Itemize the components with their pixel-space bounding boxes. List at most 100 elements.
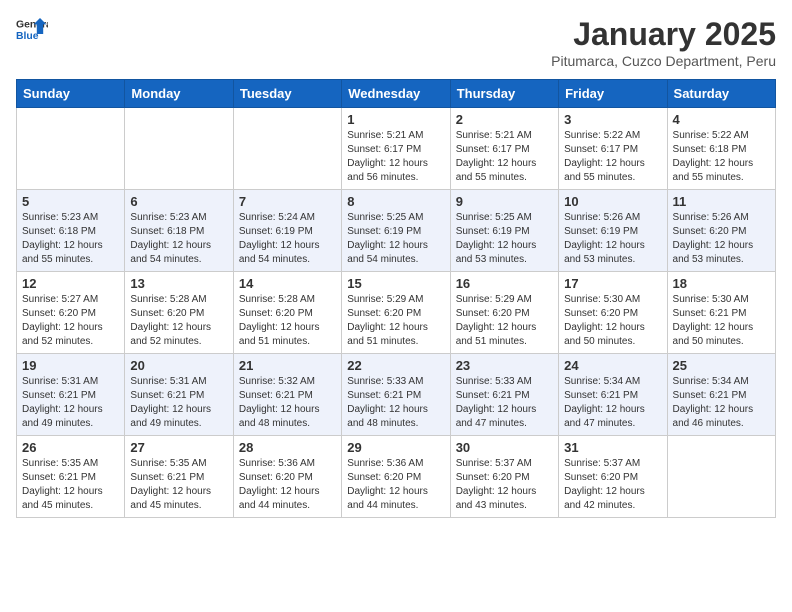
calendar-cell: 13 Sunrise: 5:28 AM Sunset: 6:20 PM Dayli… bbox=[125, 272, 233, 354]
page-header: General Blue January 2025 Pitumarca, Cuz… bbox=[16, 16, 776, 69]
day-info: Sunrise: 5:34 AM Sunset: 6:21 PM Dayligh… bbox=[564, 375, 661, 431]
calendar-cell bbox=[125, 108, 233, 190]
col-header-sunday: Sunday bbox=[17, 80, 125, 108]
day-info: Sunrise: 5:34 AM Sunset: 6:21 PM Dayligh… bbox=[673, 375, 770, 431]
day-info: Sunrise: 5:21 AM Sunset: 6:17 PM Dayligh… bbox=[347, 129, 444, 185]
calendar-cell: 29Sunrise: 5:36 AM Sunset: 6:20 PM Dayli… bbox=[342, 436, 450, 518]
day-number: 7 bbox=[239, 194, 336, 209]
calendar-cell bbox=[17, 108, 125, 190]
day-number: 22 bbox=[347, 358, 444, 373]
day-info: Sunrise: 5:32 AM Sunset: 6:21 PM Dayligh… bbox=[239, 375, 336, 431]
day-info: Sunrise: 5:30 AM Sunset: 6:20 PM Dayligh… bbox=[564, 293, 661, 349]
day-info: Sunrise: 5:23 AM Sunset: 6:18 PM Dayligh… bbox=[22, 211, 119, 267]
day-info: Sunrise: 5:30 AM Sunset: 6:21 PM Dayligh… bbox=[673, 293, 770, 349]
day-info: Sunrise: 5:24 AM Sunset: 6:19 PM Dayligh… bbox=[239, 211, 336, 267]
logo: General Blue bbox=[16, 16, 48, 44]
day-info: Sunrise: 5:28 AM Sunset: 6:20 PM Dayligh… bbox=[130, 293, 227, 349]
week-row-4: 19 Sunrise: 5:31 AM Sunset: 6:21 PM Dayli… bbox=[17, 354, 776, 436]
day-info: Sunrise: 5:31 AM Sunset: 6:21 PM Dayligh… bbox=[22, 375, 119, 431]
calendar-cell: 7 Sunrise: 5:24 AM Sunset: 6:19 PM Daylig… bbox=[233, 190, 341, 272]
day-number: 29 bbox=[347, 440, 444, 455]
day-number: 31 bbox=[564, 440, 661, 455]
week-row-2: 5 Sunrise: 5:23 AM Sunset: 6:18 PM Daylig… bbox=[17, 190, 776, 272]
calendar-cell: 17 Sunrise: 5:30 AM Sunset: 6:20 PM Dayli… bbox=[559, 272, 667, 354]
day-info: Sunrise: 5:22 AM Sunset: 6:17 PM Dayligh… bbox=[564, 129, 661, 185]
calendar-cell: 20Sunrise: 5:31 AM Sunset: 6:21 PM Dayli… bbox=[125, 354, 233, 436]
col-header-wednesday: Wednesday bbox=[342, 80, 450, 108]
day-number: 4 bbox=[673, 112, 770, 127]
day-number: 1 bbox=[347, 112, 444, 127]
day-number: 28 bbox=[239, 440, 336, 455]
calendar-cell: 12 Sunrise: 5:27 AM Sunset: 6:20 PM Dayli… bbox=[17, 272, 125, 354]
day-number: 19 bbox=[22, 358, 119, 373]
day-info: Sunrise: 5:31 AM Sunset: 6:21 PM Dayligh… bbox=[130, 375, 227, 431]
calendar-cell bbox=[233, 108, 341, 190]
week-row-5: 26Sunrise: 5:35 AM Sunset: 6:21 PM Dayli… bbox=[17, 436, 776, 518]
day-info: Sunrise: 5:33 AM Sunset: 6:21 PM Dayligh… bbox=[456, 375, 553, 431]
day-info: Sunrise: 5:26 AM Sunset: 6:19 PM Dayligh… bbox=[564, 211, 661, 267]
calendar-cell: 25 Sunrise: 5:34 AM Sunset: 6:21 PM Dayli… bbox=[667, 354, 775, 436]
calendar-cell: 19 Sunrise: 5:31 AM Sunset: 6:21 PM Dayli… bbox=[17, 354, 125, 436]
calendar-cell: 21 Sunrise: 5:32 AM Sunset: 6:21 PM Dayli… bbox=[233, 354, 341, 436]
day-number: 5 bbox=[22, 194, 119, 209]
day-info: Sunrise: 5:33 AM Sunset: 6:21 PM Dayligh… bbox=[347, 375, 444, 431]
calendar-cell: 24 Sunrise: 5:34 AM Sunset: 6:21 PM Dayli… bbox=[559, 354, 667, 436]
day-number: 11 bbox=[673, 194, 770, 209]
col-header-friday: Friday bbox=[559, 80, 667, 108]
calendar-cell: 2 Sunrise: 5:21 AM Sunset: 6:17 PM Daylig… bbox=[450, 108, 558, 190]
col-header-tuesday: Tuesday bbox=[233, 80, 341, 108]
col-header-thursday: Thursday bbox=[450, 80, 558, 108]
calendar-cell: 26Sunrise: 5:35 AM Sunset: 6:21 PM Dayli… bbox=[17, 436, 125, 518]
day-info: Sunrise: 5:37 AM Sunset: 6:20 PM Dayligh… bbox=[564, 457, 661, 513]
day-info: Sunrise: 5:22 AM Sunset: 6:18 PM Dayligh… bbox=[673, 129, 770, 185]
calendar-cell: 18Sunrise: 5:30 AM Sunset: 6:21 PM Dayli… bbox=[667, 272, 775, 354]
day-number: 14 bbox=[239, 276, 336, 291]
calendar-cell: 10 Sunrise: 5:26 AM Sunset: 6:19 PM Dayli… bbox=[559, 190, 667, 272]
calendar-cell: 4 Sunrise: 5:22 AM Sunset: 6:18 PM Daylig… bbox=[667, 108, 775, 190]
calendar-table: SundayMondayTuesdayWednesdayThursdayFrid… bbox=[16, 79, 776, 518]
day-number: 9 bbox=[456, 194, 553, 209]
day-number: 12 bbox=[22, 276, 119, 291]
calendar-cell: 3 Sunrise: 5:22 AM Sunset: 6:17 PM Daylig… bbox=[559, 108, 667, 190]
calendar-cell: 16 Sunrise: 5:29 AM Sunset: 6:20 PM Dayli… bbox=[450, 272, 558, 354]
day-number: 13 bbox=[130, 276, 227, 291]
day-number: 25 bbox=[673, 358, 770, 373]
calendar-cell: 5 Sunrise: 5:23 AM Sunset: 6:18 PM Daylig… bbox=[17, 190, 125, 272]
day-number: 21 bbox=[239, 358, 336, 373]
day-number: 23 bbox=[456, 358, 553, 373]
day-number: 10 bbox=[564, 194, 661, 209]
day-info: Sunrise: 5:21 AM Sunset: 6:17 PM Dayligh… bbox=[456, 129, 553, 185]
day-number: 3 bbox=[564, 112, 661, 127]
day-info: Sunrise: 5:27 AM Sunset: 6:20 PM Dayligh… bbox=[22, 293, 119, 349]
day-number: 27 bbox=[130, 440, 227, 455]
day-number: 30 bbox=[456, 440, 553, 455]
day-number: 24 bbox=[564, 358, 661, 373]
day-number: 2 bbox=[456, 112, 553, 127]
col-header-saturday: Saturday bbox=[667, 80, 775, 108]
calendar-cell: 15Sunrise: 5:29 AM Sunset: 6:20 PM Dayli… bbox=[342, 272, 450, 354]
day-info: Sunrise: 5:25 AM Sunset: 6:19 PM Dayligh… bbox=[456, 211, 553, 267]
week-row-1: 1 Sunrise: 5:21 AM Sunset: 6:17 PM Daylig… bbox=[17, 108, 776, 190]
calendar-cell: 23 Sunrise: 5:33 AM Sunset: 6:21 PM Dayli… bbox=[450, 354, 558, 436]
day-number: 17 bbox=[564, 276, 661, 291]
calendar-cell: 28 Sunrise: 5:36 AM Sunset: 6:20 PM Dayli… bbox=[233, 436, 341, 518]
day-number: 15 bbox=[347, 276, 444, 291]
title-area: January 2025 Pitumarca, Cuzco Department… bbox=[551, 16, 776, 69]
day-info: Sunrise: 5:37 AM Sunset: 6:20 PM Dayligh… bbox=[456, 457, 553, 513]
col-header-monday: Monday bbox=[125, 80, 233, 108]
day-info: Sunrise: 5:29 AM Sunset: 6:20 PM Dayligh… bbox=[456, 293, 553, 349]
day-info: Sunrise: 5:28 AM Sunset: 6:20 PM Dayligh… bbox=[239, 293, 336, 349]
logo-icon: General Blue bbox=[16, 16, 48, 44]
day-number: 6 bbox=[130, 194, 227, 209]
calendar-cell: 1 Sunrise: 5:21 AM Sunset: 6:17 PM Daylig… bbox=[342, 108, 450, 190]
day-info: Sunrise: 5:23 AM Sunset: 6:18 PM Dayligh… bbox=[130, 211, 227, 267]
calendar-cell: 9 Sunrise: 5:25 AM Sunset: 6:19 PM Daylig… bbox=[450, 190, 558, 272]
location-subtitle: Pitumarca, Cuzco Department, Peru bbox=[551, 53, 776, 69]
days-header-row: SundayMondayTuesdayWednesdayThursdayFrid… bbox=[17, 80, 776, 108]
day-info: Sunrise: 5:36 AM Sunset: 6:20 PM Dayligh… bbox=[239, 457, 336, 513]
day-info: Sunrise: 5:25 AM Sunset: 6:19 PM Dayligh… bbox=[347, 211, 444, 267]
calendar-cell: 8Sunrise: 5:25 AM Sunset: 6:19 PM Daylig… bbox=[342, 190, 450, 272]
calendar-cell: 27Sunrise: 5:35 AM Sunset: 6:21 PM Dayli… bbox=[125, 436, 233, 518]
calendar-cell: 14 Sunrise: 5:28 AM Sunset: 6:20 PM Dayli… bbox=[233, 272, 341, 354]
day-number: 16 bbox=[456, 276, 553, 291]
